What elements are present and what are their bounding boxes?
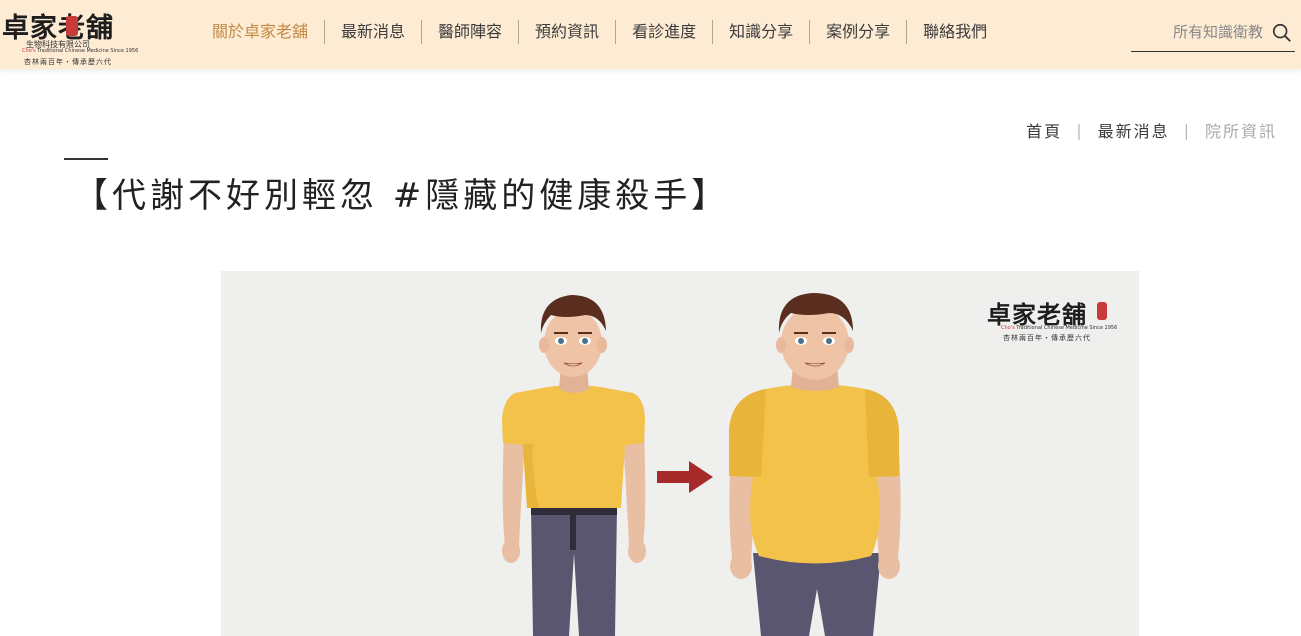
search-input[interactable] xyxy=(1131,17,1263,47)
hero-watermark-logo: 卓家老舖 Cho's Traditional Chinese Medicine … xyxy=(987,295,1117,342)
logo-english-prefix: Cho's xyxy=(22,48,36,54)
main-nav: 關於卓家老舖 最新消息 醫師陣容 預約資訊 看診進度 知識分享 案例分享 聯絡我… xyxy=(196,20,1003,44)
hero-logo-english-prefix: Cho's xyxy=(1001,325,1015,331)
site-logo[interactable]: 卓家老舖 生物科技有限公司 Cho's Traditional Chinese … xyxy=(2,6,142,66)
nav-item-doctors[interactable]: 醫師陣容 xyxy=(421,20,518,44)
nav-item-progress[interactable]: 看診進度 xyxy=(615,20,712,44)
hero-image: 卓家老舖 Cho's Traditional Chinese Medicine … xyxy=(221,271,1139,636)
slim-figure xyxy=(502,295,646,636)
hero-logo-slogan: 杏林兩百年・傳承歷六代 xyxy=(1003,334,1091,342)
hero-logo-english-text: Traditional Chinese Medicine Since 1956 xyxy=(1014,325,1118,331)
logo-english-text: Traditional Chinese Medicine Since 1956 xyxy=(35,48,139,54)
nav-item-about[interactable]: 關於卓家老舖 xyxy=(196,20,324,44)
breadcrumb-news[interactable]: 最新消息 xyxy=(1098,118,1170,142)
hero-logo-english: Cho's Traditional Chinese Medicine Since… xyxy=(1001,325,1117,331)
arrow-right-icon xyxy=(657,461,713,493)
page-title: 【代謝不好別輕忽 #隱藏的健康殺手】 xyxy=(74,176,730,216)
title-accent-line xyxy=(64,158,108,160)
hero-logo-seal-icon xyxy=(1097,302,1107,320)
nav-item-contact[interactable]: 聯絡我們 xyxy=(906,20,1003,44)
search-icon[interactable] xyxy=(1271,22,1293,44)
search-box xyxy=(1131,17,1295,52)
logo-english: Cho's Traditional Chinese Medicine Since… xyxy=(22,48,138,54)
logo-seal-icon xyxy=(66,16,78,36)
breadcrumb-separator: | xyxy=(1183,120,1191,140)
breadcrumb: 首頁 | 最新消息 | 院所資訊 xyxy=(1026,118,1277,142)
logo-slogan: 杏林兩百年・傳承歷六代 xyxy=(24,58,112,66)
breadcrumb-current: 院所資訊 xyxy=(1204,122,1277,141)
nav-item-knowledge[interactable]: 知識分享 xyxy=(712,20,809,44)
breadcrumb-home[interactable]: 首頁 xyxy=(1026,118,1062,142)
breadcrumb-separator: | xyxy=(1076,120,1084,140)
nav-item-cases[interactable]: 案例分享 xyxy=(809,20,906,44)
heavy-figure xyxy=(729,293,901,636)
nav-item-booking[interactable]: 預約資訊 xyxy=(518,20,615,44)
nav-item-news[interactable]: 最新消息 xyxy=(324,20,421,44)
site-header: 卓家老舖 生物科技有限公司 Cho's Traditional Chinese … xyxy=(0,0,1301,69)
